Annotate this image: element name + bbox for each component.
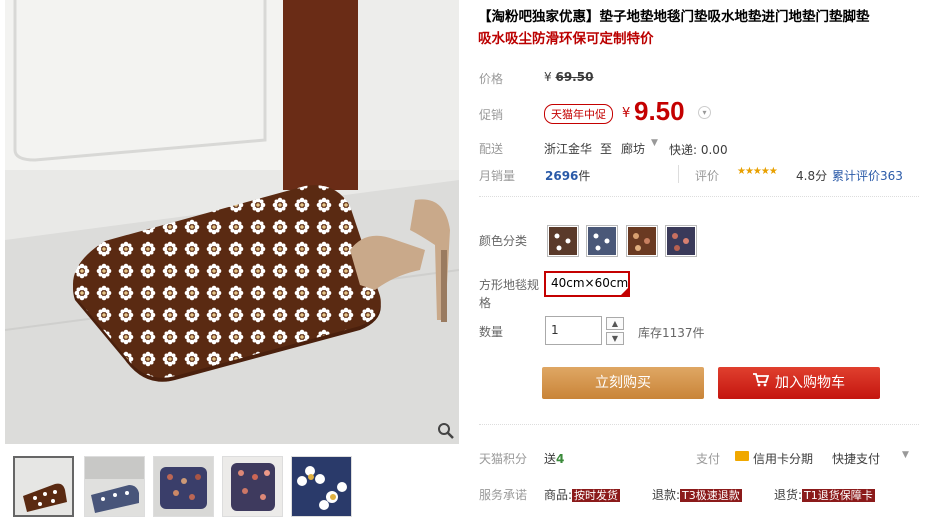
main-product-image[interactable] (5, 0, 459, 444)
return-guarantee-badge[interactable]: T1退货保障卡 (802, 489, 875, 502)
thumbnail-5[interactable] (291, 456, 352, 517)
chevron-down-icon[interactable]: ▾ (698, 106, 711, 119)
thumbnail-2[interactable] (84, 456, 145, 517)
thumbnail-3[interactable] (153, 456, 214, 517)
add-to-cart-label: 加入购物车 (775, 375, 845, 391)
buy-now-button[interactable]: 立刻购买 (542, 367, 704, 399)
fast-refund-badge[interactable]: T3极速退款 (680, 489, 742, 502)
shipping-express: 快递: 0.00 (669, 143, 728, 157)
payment-dropdown-icon[interactable]: ▼ (902, 450, 909, 460)
stock-count: 库存1137件 (638, 326, 705, 340)
reviews-count: 363 (880, 169, 903, 183)
divider (678, 165, 679, 183)
reviews-label: 累计评价 (832, 169, 881, 183)
rating-stars-icon: ★★★★★ (737, 166, 778, 177)
installment-link[interactable]: 信用卡分期 (753, 450, 813, 467)
cart-icon (753, 367, 770, 399)
points-value: 4 (556, 452, 565, 466)
thumbnail-4[interactable] (222, 456, 283, 517)
color-label: 颜色分类 (479, 234, 528, 248)
sales-count: 2696 (545, 169, 579, 183)
payment-label: 支付 (696, 452, 721, 466)
size-option-label: 40cm×60cm (551, 276, 629, 290)
quick-pay-link[interactable]: 快捷支付 (832, 450, 880, 467)
reviews-link[interactable]: 累计评价363 (832, 167, 903, 184)
quantity-increase-button[interactable]: ▲ (606, 317, 624, 330)
shipping-to-word: 至 (600, 142, 613, 156)
product-title: 【淘粉吧独家优惠】垫子地垫地毯门垫吸水地垫进门地垫门垫脚垫 吸水吸尘防滑环保可定… (478, 6, 923, 50)
quantity-input[interactable]: 1 (545, 316, 602, 345)
divider (479, 196, 919, 197)
color-swatch-4[interactable] (665, 225, 697, 257)
promo-price: 9.50 (634, 96, 685, 126)
price-currency: ¥ (544, 70, 552, 84)
rating-score: 4.8分 (796, 169, 828, 183)
shipping-from: 浙江金华 (544, 142, 593, 156)
divider (479, 424, 919, 425)
product-title-sub: 吸水吸尘防滑环保可定制特价 (478, 31, 654, 47)
color-swatch-3[interactable] (626, 225, 658, 257)
size-option-selected[interactable]: 40cm×60cm (544, 271, 630, 297)
credit-card-icon (735, 451, 749, 461)
shipping-label: 配送 (479, 142, 504, 156)
magnifier-icon[interactable] (437, 422, 455, 440)
shipping-destination[interactable]: 廊坊 (621, 140, 645, 157)
points-send: 送 (544, 452, 557, 466)
promo-currency: ¥ (622, 106, 631, 121)
color-swatch-1[interactable] (547, 225, 579, 257)
add-to-cart-button[interactable]: 加入购物车 (718, 367, 880, 399)
sales-unit: 件 (578, 169, 591, 183)
quantity-decrease-button[interactable]: ▼ (606, 332, 624, 345)
sales-label: 月销量 (479, 169, 516, 183)
points-label: 天猫积分 (479, 452, 528, 466)
promo-badge: 天猫年中促 (544, 104, 613, 124)
buy-now-label: 立刻购买 (595, 375, 651, 391)
service-return-label: 退货: (774, 488, 803, 502)
rating-label: 评价 (695, 169, 720, 183)
quantity-label: 数量 (479, 325, 504, 339)
original-price: 69.50 (555, 70, 594, 84)
destination-dropdown-icon[interactable]: ▼ (651, 138, 658, 148)
promo-label: 促销 (479, 108, 504, 122)
thumbnail-1[interactable] (13, 456, 74, 517)
on-time-shipping-badge[interactable]: 按时发货 (572, 489, 621, 502)
service-label: 服务承诺 (479, 488, 528, 502)
service-goods-label: 商品: (544, 488, 573, 502)
product-title-main: 【淘粉吧独家优惠】垫子地垫地毯门垫吸水地垫进门地垫门垫脚垫 (478, 9, 870, 25)
color-swatch-2[interactable] (586, 225, 618, 257)
size-label: 方形地毯规格 (479, 278, 540, 310)
price-label: 价格 (479, 72, 504, 86)
service-refund-label: 退款: (652, 488, 681, 502)
